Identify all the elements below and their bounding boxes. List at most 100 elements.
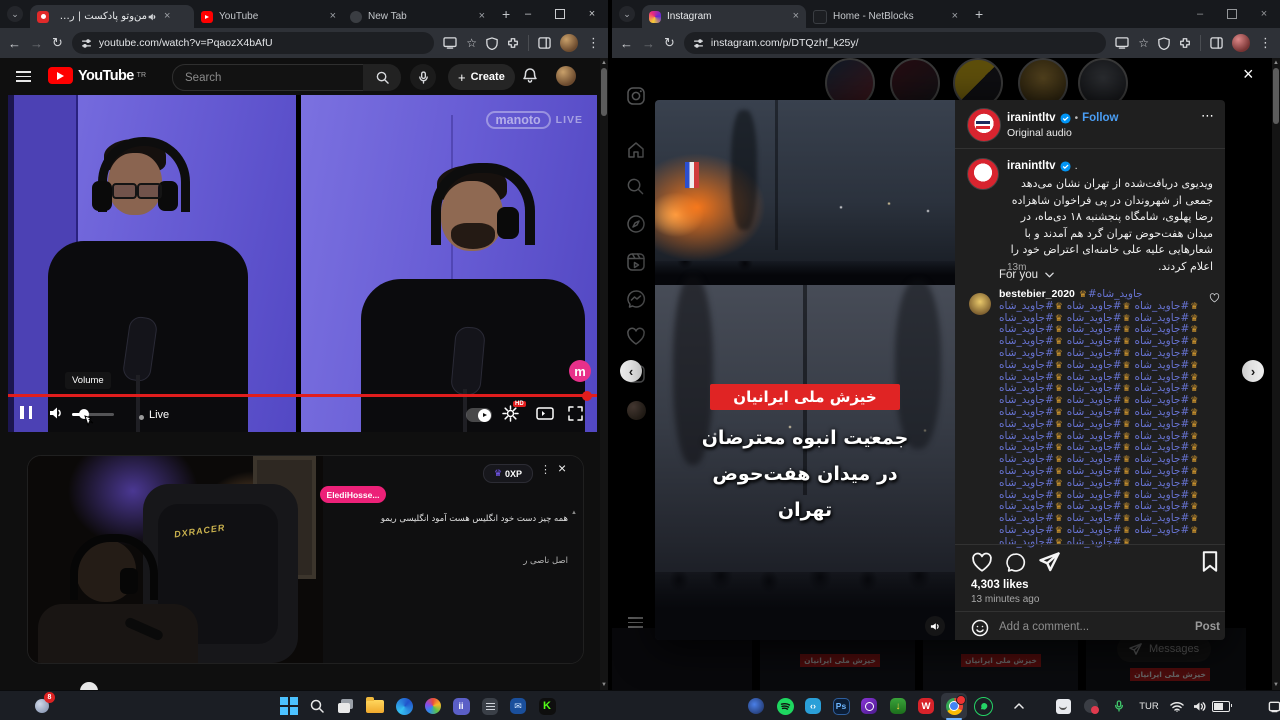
- shield-icon[interactable]: [1158, 36, 1170, 50]
- next-post-arrow[interactable]: ›: [1242, 360, 1264, 382]
- search-button[interactable]: [363, 64, 401, 91]
- scroll-up-arrow[interactable]: ▲: [600, 60, 608, 66]
- profile-avatar[interactable]: [1232, 34, 1250, 52]
- idm-icon[interactable]: ↓: [886, 694, 910, 718]
- video-player[interactable]: manoto LIVE m Volume Live HD: [8, 95, 597, 432]
- spotify-icon[interactable]: [773, 694, 797, 718]
- scroll-down-arrow[interactable]: ▼: [1272, 682, 1280, 688]
- post-video[interactable]: خیزش ملی ایرانیان جمعیت انبوه معترضان در…: [655, 100, 955, 640]
- sidebar-icon[interactable]: [1210, 37, 1223, 49]
- reload-button[interactable]: ↻: [664, 35, 675, 51]
- widgets-weather-icon[interactable]: 8: [30, 692, 55, 718]
- previous-post-arrow[interactable]: ‹: [620, 360, 642, 382]
- audio-mute-button[interactable]: [925, 616, 945, 636]
- volume-tray-icon[interactable]: [1187, 694, 1211, 718]
- tray-app-icon[interactable]: [1051, 694, 1075, 718]
- progress-bar[interactable]: [8, 394, 597, 397]
- user-avatar[interactable]: [556, 66, 576, 86]
- create-button[interactable]: + Create: [448, 64, 515, 90]
- pip-menu-icon[interactable]: ⋮: [540, 463, 551, 476]
- w-app-icon[interactable]: W: [914, 694, 938, 718]
- notification-center-icon[interactable]: [1262, 694, 1280, 718]
- tab-close-icon[interactable]: ×: [793, 11, 799, 22]
- comment-like-heart-icon[interactable]: [1209, 293, 1220, 303]
- post-comment-button[interactable]: Post: [1195, 621, 1220, 633]
- maximize-button[interactable]: [544, 0, 576, 28]
- tray-recorder-icon[interactable]: [1079, 694, 1103, 718]
- wifi-icon[interactable]: [1165, 694, 1189, 718]
- add-comment-input[interactable]: Add a comment...: [999, 621, 1089, 633]
- browser-menu-icon[interactable]: ⋮: [1259, 35, 1272, 51]
- sidebar-icon[interactable]: [538, 37, 551, 49]
- battery-icon[interactable]: [1209, 694, 1233, 718]
- tab-search-button[interactable]: ⌄: [7, 6, 23, 22]
- forward-button[interactable]: →: [642, 36, 655, 51]
- hashtag-wall[interactable]: ♛#جاوید_شاه ♛#جاوید_شاه ♛#جاوید_شاه ♛#جا…: [999, 288, 1199, 548]
- photoshop-icon[interactable]: Ps: [829, 694, 853, 718]
- live-label[interactable]: Live: [149, 409, 169, 421]
- cast-icon[interactable]: [1115, 37, 1129, 49]
- whatsapp-icon[interactable]: [971, 694, 995, 718]
- tab-manoto-podcast[interactable]: من‌وتو پادکست | روز دوا ×: [30, 5, 194, 28]
- page-scrollbar[interactable]: ▲ ▼: [600, 58, 608, 690]
- like-heart-icon[interactable]: [971, 552, 993, 573]
- page-scrollbar[interactable]: ▲ ▼: [1272, 58, 1280, 690]
- fullscreen-icon[interactable]: [568, 406, 583, 421]
- minimize-button[interactable]: –: [512, 0, 544, 28]
- tab-search-button[interactable]: ⌄: [619, 6, 635, 22]
- back-button[interactable]: ←: [8, 36, 21, 51]
- post-username[interactable]: iranintltv: [1007, 112, 1056, 124]
- kick-app-icon[interactable]: K: [535, 694, 559, 718]
- emoji-smiley-icon[interactable]: [971, 619, 989, 637]
- extensions-icon[interactable]: [507, 37, 519, 49]
- for-you-filter[interactable]: For you: [999, 269, 1054, 281]
- notifications-bell-icon[interactable]: [522, 67, 538, 84]
- site-settings-icon[interactable]: [81, 38, 92, 49]
- youtube-logo[interactable]: YouTube TR: [48, 67, 146, 84]
- original-audio-label[interactable]: Original audio: [1007, 127, 1072, 139]
- scroll-down-arrow[interactable]: ▼: [600, 682, 608, 688]
- edge-browser-icon[interactable]: [392, 694, 416, 718]
- close-button[interactable]: ×: [576, 0, 608, 28]
- pause-button[interactable]: [20, 406, 32, 419]
- vscode-icon[interactable]: ‹›: [801, 694, 825, 718]
- guide-menu-icon[interactable]: [16, 68, 31, 85]
- kick-stream-pip-window[interactable]: DXRACER ♛ 0XP ⋮ × ElediHosse... همه چیز …: [27, 455, 584, 664]
- scroll-thumb[interactable]: [601, 68, 607, 116]
- language-indicator[interactable]: TUR: [1135, 694, 1163, 718]
- reload-button[interactable]: ↻: [52, 35, 63, 51]
- start-button[interactable]: [277, 694, 301, 718]
- follow-button[interactable]: Follow: [1082, 112, 1118, 124]
- volume-icon[interactable]: [48, 406, 64, 420]
- modal-close-icon[interactable]: ×: [1243, 64, 1254, 85]
- caption-username[interactable]: iranintltv: [1007, 160, 1056, 172]
- pip-close-icon[interactable]: ×: [558, 460, 566, 476]
- comment-body[interactable]: bestebier_2020 ♛#جاوید_شاه ♛#جاوید_شاه ♛…: [999, 288, 1207, 549]
- back-button[interactable]: ←: [620, 36, 633, 51]
- chrome-icon-active[interactable]: [941, 693, 967, 720]
- site-settings-icon[interactable]: [693, 38, 704, 49]
- tab-instagram[interactable]: Instagram ×: [642, 5, 806, 28]
- tab-netblocks[interactable]: Home - NetBlocks ×: [806, 5, 965, 28]
- extensions-icon[interactable]: [1179, 37, 1191, 49]
- commenter-avatar[interactable]: [969, 293, 991, 315]
- address-bar[interactable]: youtube.com/watch?v=PqaozX4bAfU: [71, 32, 435, 54]
- tray-mic-icon[interactable]: [1107, 694, 1131, 718]
- progress-scrubber[interactable]: [582, 390, 592, 401]
- tab-close-icon[interactable]: ×: [164, 11, 170, 22]
- save-bookmark-icon[interactable]: [1201, 551, 1219, 572]
- taskbar-search-icon[interactable]: [305, 694, 329, 718]
- search-input[interactable]: Search: [172, 64, 388, 91]
- forward-button[interactable]: →: [30, 36, 43, 51]
- theater-mode-icon[interactable]: [536, 407, 554, 420]
- tab-new-tab[interactable]: New Tab ×: [343, 5, 492, 28]
- close-button[interactable]: ×: [1248, 0, 1280, 28]
- maximize-button[interactable]: [1216, 0, 1248, 28]
- new-tab-button[interactable]: +: [975, 6, 983, 22]
- post-options-icon[interactable]: ⋯: [1201, 108, 1215, 124]
- scroll-up-arrow[interactable]: ▲: [1272, 60, 1280, 66]
- file-explorer-icon[interactable]: [363, 694, 387, 718]
- caption-avatar[interactable]: [967, 158, 999, 190]
- tab-audio-icon[interactable]: [147, 12, 157, 22]
- tab-close-icon[interactable]: ×: [479, 11, 485, 22]
